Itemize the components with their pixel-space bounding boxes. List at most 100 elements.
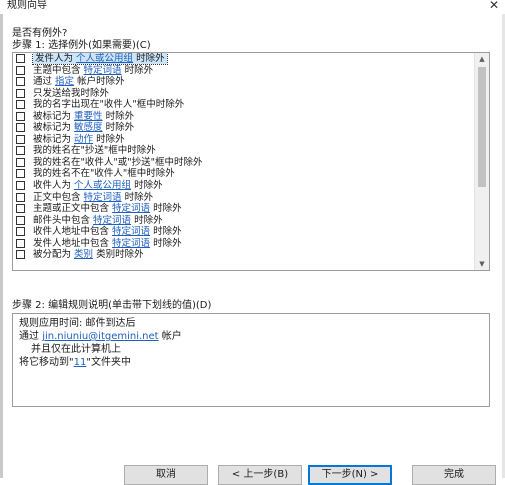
exception-item[interactable]: 邮件头中包含 特定词语 时除外 — [13, 215, 473, 227]
exception-text: 我的名字出现在"收件人"框中时除外 — [33, 99, 184, 110]
exception-item[interactable]: 被标记为 敏感度 时除外 — [13, 122, 473, 134]
exception-checkbox[interactable] — [16, 169, 25, 179]
exception-item[interactable]: 收件人为 个人或公用组 时除外 — [13, 180, 473, 192]
exception-checkbox[interactable] — [16, 204, 25, 214]
exception-text-before: 正文中包含 — [33, 191, 84, 203]
exception-link[interactable]: 个人或公用组 — [76, 53, 133, 64]
exception-checkbox[interactable] — [16, 111, 25, 121]
exception-item[interactable]: 只发送给我时除外 — [13, 88, 473, 100]
exception-item[interactable]: 被标记为 动作 时除外 — [13, 134, 473, 146]
exception-item[interactable]: 主题中包含 特定词语 时除外 — [13, 65, 473, 77]
scroll-thumb[interactable] — [478, 67, 486, 187]
exception-link[interactable]: 特定词语 — [93, 215, 131, 226]
exception-checkbox[interactable] — [16, 134, 25, 144]
exception-checkbox[interactable] — [16, 192, 25, 202]
exception-question: 是否有例外? — [12, 28, 68, 39]
exception-checkbox[interactable] — [16, 65, 25, 75]
exception-text-before: 发件人地址中包含 — [33, 237, 113, 249]
exception-text-before: 我的姓名不在"收件人"框中时除外 — [33, 168, 175, 180]
exception-text-after: 时除外 — [150, 203, 182, 215]
desc-line-this-computer: 并且仅在此计算机上 — [31, 344, 121, 355]
exception-checkbox[interactable] — [16, 157, 25, 167]
exception-link[interactable]: 特定词语 — [112, 226, 150, 237]
exception-item[interactable]: 发件人为 个人或公用组 时除外 — [13, 53, 473, 65]
step1-label: 步骤 1: 选择例外(如果需要)(C) — [12, 40, 151, 51]
exception-item[interactable]: 被标记为 重要性 时除外 — [13, 111, 473, 123]
exception-item[interactable]: 发件人地址中包含 特定词语 时除外 — [13, 238, 473, 250]
desc-folder-link[interactable]: 11 — [74, 357, 87, 368]
exception-text-after: 时除外 — [102, 110, 135, 122]
exception-link[interactable]: 特定词语 — [84, 65, 122, 76]
window-title: 规则向导 — [7, 0, 47, 11]
exception-text: 我的姓名不在"收件人"框中时除外 — [33, 168, 175, 179]
exception-item[interactable]: 通过 指定 帐户时除外 — [13, 76, 473, 88]
exception-item[interactable]: 收件人地址中包含 特定词语 时除外 — [13, 226, 473, 238]
exception-text: 被标记为 敏感度 时除外 — [33, 122, 134, 133]
exception-text-before: 只发送给我时除外 — [33, 87, 110, 99]
desc-account-link[interactable]: jin.niuniu@itgemini.net — [42, 331, 158, 342]
exceptions-listbox[interactable]: 发件人为 个人或公用组 时除外 主题中包含 特定词语 时除外 通过 指定 帐户时除外… — [12, 52, 490, 271]
exception-checkbox[interactable] — [16, 77, 25, 87]
exception-text-after: 帐户时除外 — [74, 76, 125, 88]
next-button[interactable]: 下一步(N) > — [308, 465, 392, 485]
exception-item[interactable]: 我的名字出现在"收件人"框中时除外 — [13, 99, 473, 111]
exceptions-scrollbar[interactable]: ▲ ▼ — [474, 53, 489, 270]
exception-text-after: 时除外 — [133, 53, 165, 64]
exception-link[interactable]: 特定词语 — [112, 238, 150, 249]
exception-item[interactable]: 我的姓名不在"收件人"框中时除外 — [13, 168, 473, 180]
exception-link[interactable]: 个人或公用组 — [74, 180, 131, 191]
exception-text: 收件人为 个人或公用组 时除外 — [33, 180, 163, 191]
close-icon[interactable]: ✕ — [487, 0, 501, 13]
wizard-button-row: 取消 < 上一步(B) 下一步(N) > 完成 — [0, 465, 505, 485]
exception-item[interactable]: 被分配为 类别 类别时除外 — [13, 249, 473, 261]
exception-item[interactable]: 我的姓名在"收件人"或"抄送"框中时除外 — [13, 157, 473, 169]
exception-text-before: 主题或正文中包含 — [33, 203, 113, 215]
finish-button[interactable]: 完成 — [412, 465, 496, 485]
exception-item[interactable]: 我的姓名在"抄送"框中时除外 — [13, 145, 473, 157]
exception-checkbox[interactable] — [16, 215, 25, 225]
exception-text: 邮件头中包含 特定词语 时除外 — [33, 215, 163, 226]
back-button[interactable]: < 上一步(B) — [218, 465, 302, 485]
exception-checkbox[interactable] — [16, 238, 25, 248]
exception-checkbox[interactable] — [16, 54, 25, 63]
exception-link[interactable]: 敏感度 — [74, 122, 103, 133]
exception-item[interactable]: 正文中包含 特定词语 时除外 — [13, 192, 473, 204]
exception-link[interactable]: 特定词语 — [112, 203, 150, 214]
exception-link[interactable]: 特定词语 — [84, 192, 122, 203]
exception-text: 我的姓名在"抄送"框中时除外 — [33, 145, 156, 156]
exception-text-before: 我的名字出现在"收件人"框中时除外 — [33, 99, 185, 111]
exception-checkbox[interactable] — [16, 227, 25, 237]
scroll-down-icon[interactable]: ▼ — [475, 258, 489, 270]
desc-line-account: 通过 jin.niuniu@itgemini.net 帐户 — [19, 331, 182, 343]
exception-text: 主题或正文中包含 特定词语 时除外 — [33, 203, 182, 214]
exception-text-before: 我的姓名在"收件人"或"抄送"框中时除外 — [33, 156, 203, 168]
exception-link[interactable]: 指定 — [55, 76, 74, 87]
exception-item[interactable]: 主题或正文中包含 特定词语 时除外 — [13, 203, 473, 215]
exception-checkbox[interactable] — [16, 100, 25, 110]
exception-text-before: 收件人地址中包含 — [33, 226, 113, 238]
exception-link[interactable]: 动作 — [74, 134, 93, 145]
exception-text: 发件人为 个人或公用组 时除外 — [32, 53, 168, 65]
window-left-edge — [0, 14, 3, 478]
exception-text-after: 时除外 — [102, 122, 135, 134]
rule-description-box: 规则应用时间: 邮件到达后 通过 jin.niuniu@itgemini.net… — [12, 313, 490, 407]
exception-text-after: 类别时除外 — [93, 249, 144, 261]
exception-checkbox[interactable] — [16, 181, 25, 191]
exception-text: 我的姓名在"收件人"或"抄送"框中时除外 — [33, 157, 202, 168]
exception-checkbox[interactable] — [16, 123, 25, 133]
exception-checkbox[interactable] — [16, 146, 25, 156]
exception-text: 发件人地址中包含 特定词语 时除外 — [33, 238, 182, 249]
exception-link[interactable]: 重要性 — [74, 111, 103, 122]
exception-link[interactable]: 类别 — [74, 249, 93, 260]
exception-text: 被分配为 类别 类别时除外 — [33, 249, 144, 260]
exception-text-before: 被标记为 — [33, 133, 75, 145]
exception-checkbox[interactable] — [16, 88, 25, 98]
cancel-button[interactable]: 取消 — [124, 465, 208, 485]
exception-text: 收件人地址中包含 特定词语 时除外 — [33, 226, 182, 237]
exception-text-before: 发件人为 — [35, 53, 77, 64]
desc-account-suffix: 帐户 — [158, 331, 182, 342]
exception-checkbox[interactable] — [16, 250, 25, 260]
exception-text-after: 时除外 — [131, 214, 163, 226]
scroll-up-icon[interactable]: ▲ — [475, 53, 489, 65]
desc-folder-prefix: 将它移动到" — [19, 357, 74, 368]
